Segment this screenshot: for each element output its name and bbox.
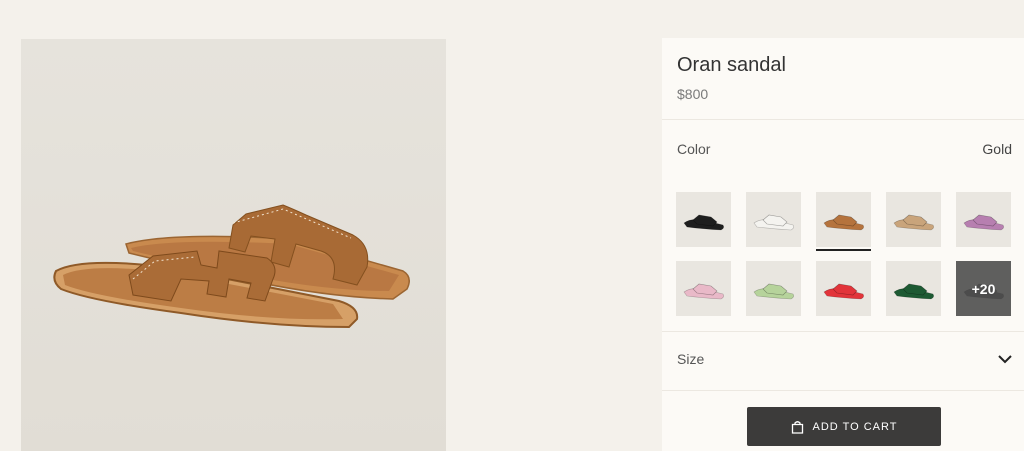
color-swatch-natural[interactable] (886, 192, 941, 247)
more-colors-count: +20 (956, 261, 1011, 316)
product-title: Oran sandal (677, 54, 786, 76)
sandal-thumbnail (683, 283, 724, 299)
sandal-thumbnail (823, 283, 864, 299)
sandal-thumbnail (683, 214, 724, 230)
sandal-thumbnail (753, 214, 794, 230)
color-swatch-black[interactable] (676, 192, 731, 247)
product-details-panel: Oran sandal $800 Color Gold +20 Size ADD… (662, 38, 1024, 451)
color-swatch-more[interactable]: +20 (956, 261, 1011, 316)
color-label: Color (677, 141, 711, 157)
shopping-bag-icon (791, 420, 803, 434)
size-label: Size (677, 351, 705, 367)
color-swatch-pink[interactable] (676, 261, 731, 316)
add-to-cart-button[interactable]: ADD TO CART (747, 407, 941, 446)
color-swatch-grid: +20 (676, 192, 1011, 316)
chevron-down-icon (998, 355, 1012, 364)
add-to-cart-label: ADD TO CART (812, 420, 898, 433)
product-price: $800 (677, 86, 709, 102)
sandal-thumbnail (893, 283, 934, 299)
sandal-illustration (53, 204, 410, 329)
color-swatch-red[interactable] (816, 261, 871, 316)
sandal-thumbnail (963, 214, 1004, 230)
sandal-thumbnail (893, 214, 934, 230)
color-swatch-white[interactable] (746, 192, 801, 247)
color-swatch-mauve[interactable] (956, 192, 1011, 247)
color-swatch-gold[interactable] (816, 192, 871, 251)
divider (662, 119, 1024, 120)
sandal-thumbnail (823, 214, 864, 230)
color-swatch-light-green[interactable] (746, 261, 801, 316)
color-swatch-dark-green[interactable] (886, 261, 941, 316)
color-value: Gold (982, 141, 1012, 157)
size-selector[interactable]: Size (662, 331, 1024, 389)
sandal-thumbnail (753, 283, 794, 299)
divider (662, 390, 1024, 391)
product-image (21, 39, 446, 451)
